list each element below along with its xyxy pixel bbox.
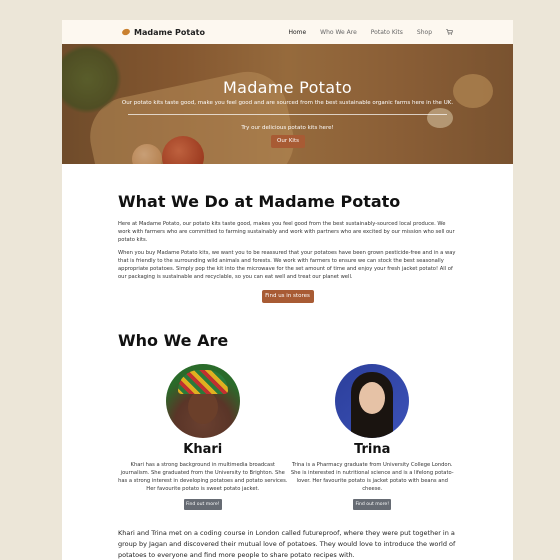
team-member-khari: Khari Khari has a strong background in m…	[118, 364, 288, 510]
cart-icon[interactable]	[446, 29, 453, 35]
find-us-in-stores-button[interactable]: Find us in stores	[261, 290, 314, 303]
who-we-are-heading: Who We Are	[118, 331, 229, 350]
find-out-more-button[interactable]: Find out more!	[353, 499, 392, 510]
nav-menu: Home Who We Are Potato Kits Shop	[288, 20, 453, 44]
avatar-trina	[335, 364, 410, 438]
member-bio: Trina is a Pharmacy graduate from Univer…	[290, 462, 454, 492]
what-we-do-section: What We Do at Madame Potato Here at Mada…	[118, 192, 457, 303]
who-we-are-section: Who We Are Khari Khari has a strong back…	[118, 331, 457, 560]
member-name: Khari	[183, 442, 223, 457]
navbar: Madame Potato Home Who We Are Potato Kit…	[62, 20, 513, 44]
what-we-do-heading: What We Do at Madame Potato	[118, 192, 401, 211]
our-kits-button[interactable]: Our Kits	[271, 135, 305, 148]
hero-content: Madame Potato Our potato kits taste good…	[62, 44, 513, 164]
member-name: Trina	[354, 442, 391, 457]
brand[interactable]: Madame Potato	[121, 27, 205, 37]
hero-cta-text: Try our delicious potato kits here!	[241, 125, 334, 131]
team-members: Khari Khari has a strong background in m…	[118, 364, 457, 510]
nav-shop[interactable]: Shop	[417, 29, 432, 36]
brand-name: Madame Potato	[134, 27, 205, 37]
find-out-more-button[interactable]: Find out more!	[183, 499, 222, 510]
what-we-do-paragraph-2: When you buy Madame Potato kits, we want…	[118, 250, 456, 280]
hero-banner: Madame Potato Our potato kits taste good…	[62, 44, 513, 164]
page: Madame Potato Home Who We Are Potato Kit…	[62, 20, 513, 560]
hero-divider	[128, 114, 447, 115]
avatar-khari	[165, 364, 240, 438]
nav-who-we-are[interactable]: Who We Are	[320, 29, 357, 36]
nav-potato-kits[interactable]: Potato Kits	[371, 29, 403, 36]
member-bio: Khari has a strong background in multime…	[118, 462, 288, 492]
nav-home[interactable]: Home	[288, 29, 306, 36]
what-we-do-paragraph-1: Here at Madame Potato, our potato kits t…	[118, 221, 455, 243]
hero-tagline: Our potato kits taste good, make you fee…	[121, 100, 454, 106]
main-content: What We Do at Madame Potato Here at Mada…	[62, 192, 513, 560]
team-member-trina: Trina Trina is a Pharmacy graduate from …	[288, 364, 458, 510]
potato-logo-icon	[121, 27, 131, 37]
founders-story: Khari and Trina met on a coding course i…	[118, 529, 456, 559]
hero-title: Madame Potato	[223, 78, 352, 97]
